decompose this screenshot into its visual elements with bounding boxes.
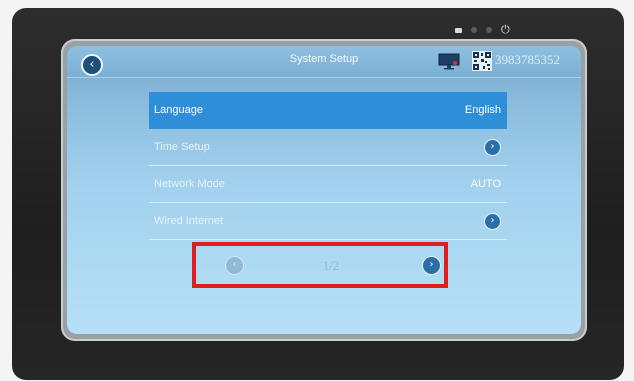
menu-item-language[interactable]: Language English — [149, 92, 507, 129]
menu-item-time-setup[interactable]: Time Setup › — [149, 129, 507, 166]
menu-item-label: Language — [154, 104, 203, 116]
device-serial: 3983785352 — [495, 52, 560, 67]
monitor-icon — [438, 53, 460, 70]
screen: ‹ System Setup 3983785352 Language Engli… — [67, 46, 581, 334]
led-indicator-icon — [471, 27, 477, 33]
chevron-right-icon[interactable]: › — [484, 138, 501, 156]
settings-menu: Language English Time Setup › Network Mo… — [149, 92, 507, 240]
menu-item-label: Network Mode — [154, 178, 225, 190]
qr-code-icon — [472, 51, 492, 71]
header-bar: ‹ System Setup 3983785352 — [67, 46, 581, 78]
menu-item-network-mode[interactable]: Network Mode AUTO — [149, 166, 507, 203]
menu-item-value: English — [464, 104, 501, 116]
menu-item-value: AUTO — [470, 178, 501, 190]
signal-indicator-icon — [455, 27, 462, 33]
status-indicators: ⏻ — [455, 24, 510, 35]
menu-item-wired-internet[interactable]: Wired Internet › — [149, 203, 507, 240]
led-indicator-icon — [486, 27, 492, 33]
power-icon[interactable]: ⏻ — [501, 24, 510, 35]
chevron-right-icon[interactable]: › — [484, 212, 501, 230]
menu-item-label: Wired Internet — [154, 215, 224, 227]
menu-item-label: Time Setup — [154, 141, 210, 153]
annotation-highlight-box — [192, 242, 448, 288]
